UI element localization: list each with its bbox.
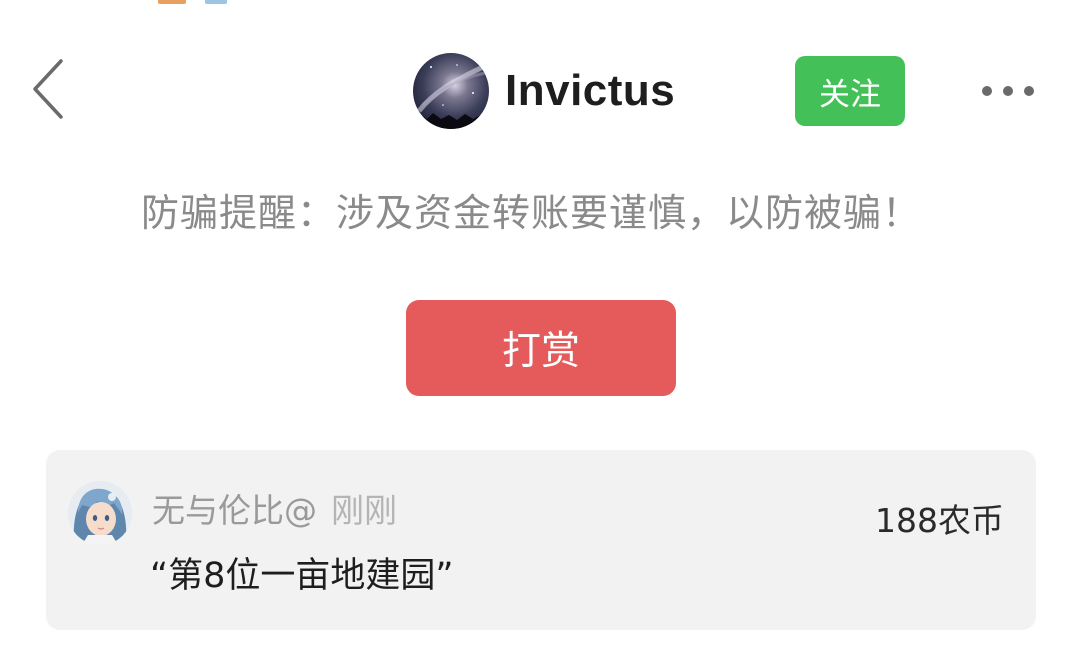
reward-record: 无与伦比@ 刚刚 “第8位一亩地建园” 188农币 [46,450,1036,630]
back-button[interactable] [18,56,78,126]
avatar[interactable] [68,481,132,545]
reward-meta: 无与伦比@ 刚刚 [152,484,397,532]
profile-info[interactable]: Invictus [413,52,675,130]
profile-header: Invictus 关注 [0,50,1080,132]
username[interactable]: Invictus [505,66,675,116]
fraud-warning-text: 防骗提醒：涉及资金转账要谨慎，以防被骗！ [140,191,921,235]
chevron-left-icon [31,58,65,124]
more-button[interactable] [975,70,1041,112]
follow-button[interactable]: 关注 [795,56,905,126]
tip-button[interactable]: 打赏 [406,300,676,396]
reward-username[interactable]: 无与伦比@ [152,491,317,530]
reward-time: 刚刚 [331,491,397,530]
avatar[interactable] [413,53,489,129]
more-horizontal-icon [981,82,1035,101]
reward-message: “第8位一亩地建园” [150,556,454,596]
reward-amount: 188农币 [875,501,1004,540]
status-bar-fragment [205,0,227,4]
status-bar-fragment [158,0,186,4]
